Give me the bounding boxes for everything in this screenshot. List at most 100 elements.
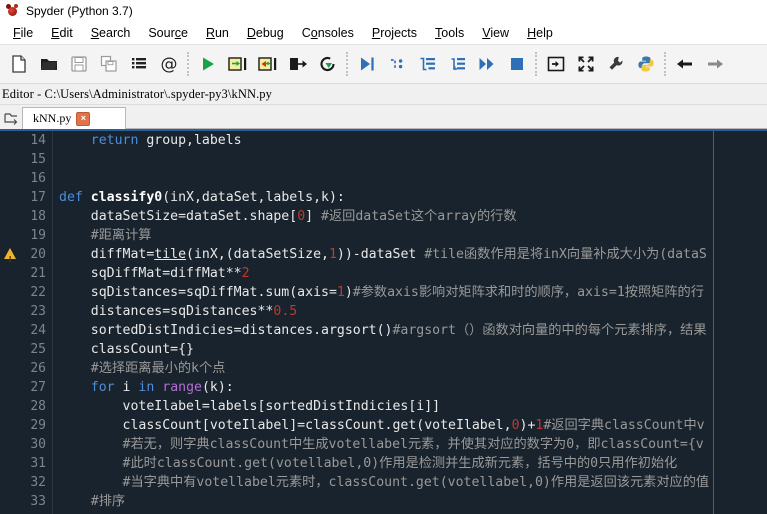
code-line[interactable]: #排序 <box>53 492 767 511</box>
debug-continue-icon[interactable] <box>472 49 502 79</box>
fullscreen-icon[interactable] <box>571 49 601 79</box>
run-selection-icon[interactable] <box>283 49 313 79</box>
line-number: 29 <box>0 416 52 435</box>
code-line[interactable]: sqDistances=sqDiffMat.sum(axis=1)#参数axis… <box>53 283 767 302</box>
code-line[interactable]: #选择距离最小的k个点 <box>53 359 767 378</box>
line-number: 16 <box>0 169 52 188</box>
line-number: 18 <box>0 207 52 226</box>
menu-item-source[interactable]: Source <box>139 24 197 42</box>
menu-item-run[interactable]: Run <box>197 24 238 42</box>
line-number-label: 33 <box>30 494 46 509</box>
menu-item-debug[interactable]: Debug <box>238 24 293 42</box>
code-line[interactable]: distances=sqDistances**0.5 <box>53 302 767 321</box>
line-number: 20 <box>0 245 52 269</box>
code-token: i <box>114 380 139 395</box>
back-icon[interactable] <box>670 49 700 79</box>
code-token: diffMat= <box>59 247 155 262</box>
code-token: sortedDistIndicies=distances.argsort() <box>59 323 393 338</box>
debug-step-return-icon[interactable] <box>442 49 472 79</box>
debug-stop-icon[interactable] <box>502 49 532 79</box>
list-icon[interactable] <box>124 49 154 79</box>
close-icon[interactable]: × <box>76 111 91 126</box>
code-token: 1 <box>336 285 345 300</box>
code-line[interactable]: #此时classCount.get(votellabel,0)作用是检测并生成新… <box>53 454 767 473</box>
rerun-icon[interactable] <box>313 49 343 79</box>
line-number-label: 29 <box>30 418 46 433</box>
code-line[interactable]: voteIlabel=labels[sortedDistIndicies[i]] <box>53 397 767 416</box>
menu-item-help[interactable]: Help <box>518 24 562 42</box>
code-token: for <box>90 380 115 395</box>
run-cell-icon[interactable] <box>223 49 253 79</box>
debug-file-icon[interactable] <box>352 49 382 79</box>
warning-icon[interactable] <box>4 248 16 269</box>
code-token: classCount={} <box>59 342 194 357</box>
line-number-label: 16 <box>30 171 46 186</box>
code-token: (k): <box>201 380 234 395</box>
menu-item-projects[interactable]: Projects <box>363 24 426 42</box>
code-token: group,labels <box>138 133 242 148</box>
code-line[interactable]: #若无，则字典classCount中生成votellabel元素，并使其对应的数… <box>53 435 767 454</box>
preferences-icon[interactable] <box>601 49 631 79</box>
line-number: 21 <box>0 264 52 283</box>
menu-item-consoles[interactable]: Consoles <box>293 24 363 42</box>
run-cell-advance-icon[interactable] <box>253 49 283 79</box>
line-number-label: 28 <box>30 399 46 414</box>
code-token: #返回dataSet这个array的行数 <box>321 209 517 224</box>
code-token: sqDistances=sqDiffMat.sum(axis= <box>59 285 337 300</box>
browse-tabs-icon[interactable] <box>0 107 22 129</box>
debug-step-over-icon[interactable] <box>382 49 412 79</box>
line-number-label: 15 <box>30 152 46 167</box>
open-file-icon[interactable] <box>34 49 64 79</box>
code-line[interactable]: for i in range(k): <box>53 378 767 397</box>
code-token: classify0 <box>90 190 163 205</box>
code-line[interactable]: classCount={} <box>53 340 767 359</box>
editor-path-label: Editor - C:\Users\Administrator\.spyder-… <box>2 86 272 101</box>
line-number-label: 24 <box>30 323 46 338</box>
code-line[interactable]: classCount[voteIlabel]=classCount.get(vo… <box>53 416 767 435</box>
menu-item-search[interactable]: Search <box>82 24 140 42</box>
code-text-area[interactable]: return group,labels def classify0(inX,da… <box>53 131 767 514</box>
code-token: #tile函数作用是将inX向量补成大小为(dataS <box>424 247 707 262</box>
code-line[interactable] <box>53 169 767 188</box>
maximize-pane-icon[interactable] <box>541 49 571 79</box>
menu-item-view[interactable]: View <box>473 24 518 42</box>
menu-item-file[interactable]: File <box>4 24 42 42</box>
pythonpath-icon[interactable] <box>631 49 661 79</box>
debug-step-into-icon[interactable] <box>412 49 442 79</box>
code-line[interactable]: #距离计算 <box>53 226 767 245</box>
save-file-icon[interactable] <box>64 49 94 79</box>
code-line[interactable]: dataSetSize=dataSet.shape[0] #返回dataSet这… <box>53 207 767 226</box>
line-number: 15 <box>0 150 52 169</box>
code-token: (inX,dataSet,labels,k): <box>162 190 345 205</box>
toolbar-separator-3 <box>532 51 541 77</box>
editor-tab-knn[interactable]: kNN.py × <box>22 107 126 129</box>
code-line[interactable]: diffMat=tile(inX,(dataSetSize,1))-dataSe… <box>53 245 767 264</box>
at-icon[interactable]: @ <box>154 49 184 79</box>
forward-icon[interactable] <box>700 49 730 79</box>
menu-item-tools[interactable]: Tools <box>426 24 473 42</box>
tab-label: kNN.py <box>33 111 72 125</box>
main-toolbar: @ <box>0 45 767 84</box>
code-token: 0.5 <box>273 304 298 319</box>
code-line[interactable] <box>53 150 767 169</box>
menu-item-edit[interactable]: Edit <box>42 24 82 42</box>
new-file-icon[interactable] <box>4 49 34 79</box>
code-line[interactable]: return group,labels <box>53 131 767 150</box>
window-title: Spyder (Python 3.7) <box>26 4 133 18</box>
menu-label-edit: dit <box>59 26 73 40</box>
menu-label-tools: ools <box>441 26 465 40</box>
code-line[interactable]: sortedDistIndicies=distances.argsort()#a… <box>53 321 767 340</box>
save-all-icon[interactable] <box>94 49 124 79</box>
code-editor[interactable]: 1415161718192021222324252627282930313233… <box>0 129 767 514</box>
run-file-icon[interactable] <box>193 49 223 79</box>
code-line[interactable]: def classify0(inX,dataSet,labels,k): <box>53 188 767 207</box>
tab-bar-filler <box>126 107 767 129</box>
code-line[interactable]: sqDiffMat=diffMat**2 <box>53 264 767 283</box>
code-token: 1 <box>328 247 337 262</box>
toolbar-separator-2 <box>343 51 352 77</box>
code-line[interactable]: #当字典中有votellabel元素时，classCount.get(votel… <box>53 473 767 492</box>
code-token: #距离计算 <box>90 228 152 243</box>
